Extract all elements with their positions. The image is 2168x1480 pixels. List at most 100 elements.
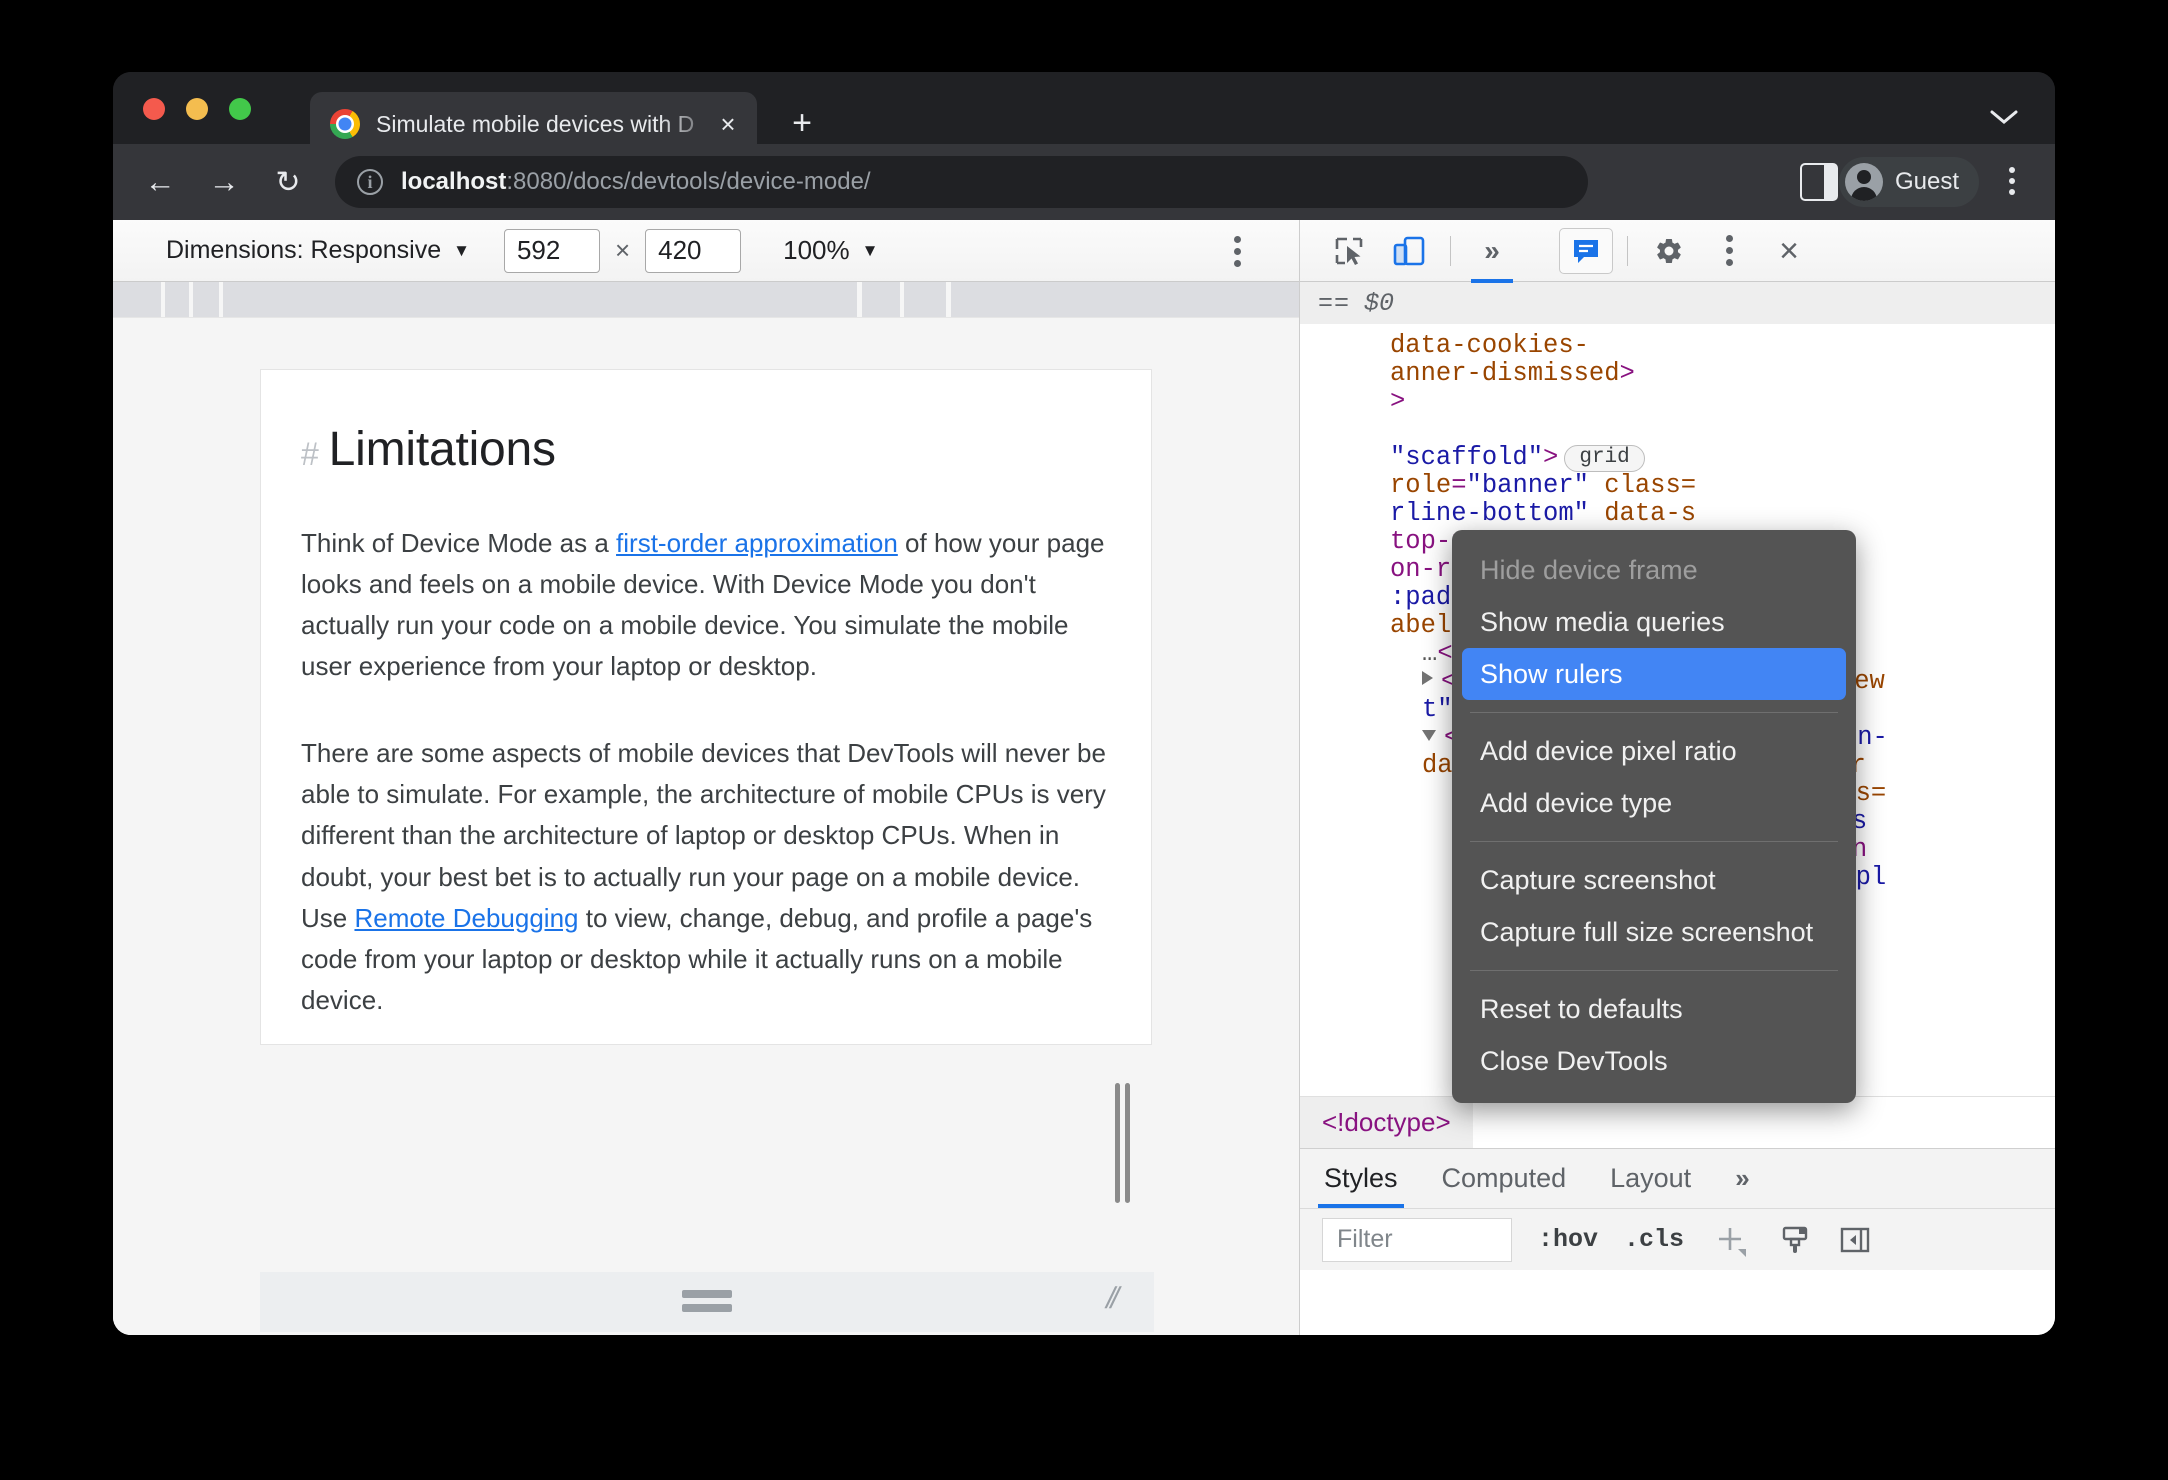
media-query-band[interactable] (193, 282, 219, 317)
three-dot-menu-icon[interactable] (1219, 233, 1255, 269)
hov-toggle[interactable]: :hov (1538, 1225, 1598, 1254)
dom-tree-line[interactable] (1300, 416, 2055, 444)
menu-item-capture-screenshot[interactable]: Capture screenshot (1462, 854, 1846, 906)
paintbrush-icon[interactable] (1778, 1223, 1812, 1257)
resize-handle-corner[interactable]: // (1102, 1282, 1143, 1318)
profile-name: Guest (1894, 168, 1959, 195)
address-bar[interactable]: i localhost:8080/docs/devtools/device-mo… (335, 156, 1588, 208)
media-query-band[interactable] (113, 282, 161, 317)
toggle-sidebar-icon[interactable] (1838, 1223, 1872, 1257)
filter-input[interactable]: Filter (1322, 1217, 1512, 1262)
expand-arrow-icon[interactable] (1422, 671, 1433, 685)
device-options-context-menu: Hide device frame Show media queries Sho… (1452, 530, 1856, 1103)
back-button[interactable]: ← (137, 159, 183, 205)
page-title: # Limitations (301, 422, 1111, 477)
toolbar-divider (1450, 235, 1451, 266)
first-order-approximation-link[interactable]: first-order approximation (616, 528, 898, 558)
chevron-down-icon[interactable]: ▼ (862, 241, 879, 261)
forward-button[interactable]: → (201, 159, 247, 205)
gear-icon[interactable] (1642, 228, 1696, 274)
dom-tree-line[interactable]: rline-bottom" data-s (1300, 500, 2055, 528)
more-tabs-icon[interactable]: » (1735, 1163, 1749, 1194)
plus-icon[interactable] (1710, 1219, 1752, 1261)
menu-item-close-devtools[interactable]: Close DevTools (1462, 1035, 1846, 1087)
omnibox-row: ← → ↻ i localhost:8080/docs/devtools/dev… (113, 144, 2055, 220)
height-input[interactable]: 420 (645, 228, 742, 273)
media-query-band[interactable] (165, 282, 189, 317)
avatar (1844, 163, 1883, 201)
viewport-wrapper: # Limitations Think of Device Mode as a f… (113, 318, 1299, 1335)
issues-message-icon[interactable] (1559, 227, 1613, 274)
chevron-down-icon[interactable]: ▼ (453, 241, 470, 261)
dom-tree-line[interactable]: anner-dismissed> (1300, 360, 2055, 388)
devtools-toolbar: » × (1300, 220, 2055, 283)
tab-computed[interactable]: Computed (1442, 1149, 1567, 1208)
new-tab-button[interactable]: + (785, 106, 819, 142)
url-path: :8080/docs/devtools/device-mode/ (506, 168, 871, 195)
viewport-scrollbar[interactable] (1115, 1083, 1131, 1203)
dimension-separator: × (614, 235, 631, 265)
close-window-button[interactable] (143, 98, 165, 120)
page-title-text: Limitations (328, 423, 556, 476)
menu-separator (1470, 841, 1838, 842)
maximize-window-button[interactable] (229, 98, 251, 120)
breadcrumb[interactable]: <!doctype> (1300, 1096, 2055, 1148)
media-query-band[interactable] (862, 282, 900, 317)
device-toolbar-icon[interactable] (1382, 228, 1436, 274)
three-dot-menu-icon[interactable] (1702, 228, 1756, 274)
profile-chip[interactable]: Guest (1838, 157, 1979, 207)
menu-separator (1470, 970, 1838, 971)
selected-node-variable: $0 (1364, 288, 1395, 318)
selected-node-equals: == (1318, 288, 1351, 318)
remote-debugging-link[interactable]: Remote Debugging (354, 903, 578, 933)
browser-window: Simulate mobile devices with D × + ← → ↻… (113, 72, 2055, 1335)
resize-handle-vertical[interactable] (682, 1290, 732, 1312)
tab-styles[interactable]: Styles (1318, 1149, 1404, 1208)
page-viewport: # Limitations Think of Device Mode as a f… (260, 369, 1152, 1045)
chrome-logo-icon (330, 109, 360, 139)
minimize-window-button[interactable] (186, 98, 208, 120)
device-mode-pane: Dimensions: Responsive ▼ 592 × 420 100% … (113, 220, 1856, 1335)
menu-item-add-device-pixel-ratio[interactable]: Add device pixel ratio (1462, 725, 1846, 777)
width-input[interactable]: 592 (503, 228, 600, 273)
cls-toggle[interactable]: .cls (1624, 1225, 1684, 1254)
menu-item-show-rulers[interactable]: Show rulers (1462, 648, 1846, 700)
menu-item-show-media-queries[interactable]: Show media queries (1462, 596, 1846, 648)
dom-tree-line[interactable]: > (1300, 388, 2055, 416)
dimensions-dropdown[interactable]: Dimensions: Responsive (166, 236, 441, 265)
menu-separator (1470, 712, 1838, 713)
more-panels-icon[interactable]: » (1465, 228, 1519, 283)
anchor-hash: # (301, 436, 319, 472)
inspect-element-icon[interactable] (1322, 228, 1376, 274)
menu-item-hide-device-frame: Hide device frame (1480, 555, 1698, 585)
dom-tree-line[interactable]: role="banner" class= (1300, 472, 2055, 500)
paragraph-2: There are some aspects of mobile devices… (301, 733, 1111, 1021)
viewport-bottom-bar: // (260, 1272, 1154, 1332)
side-panel-icon[interactable] (1800, 163, 1838, 201)
reload-button[interactable]: ↻ (265, 159, 311, 205)
site-info-icon[interactable]: i (357, 169, 383, 195)
media-query-band[interactable] (223, 282, 857, 317)
media-query-ruler[interactable] (113, 282, 1299, 318)
media-query-band[interactable] (904, 282, 946, 317)
dom-tree-line[interactable]: "scaffold"> grid (1300, 444, 2055, 472)
chevron-down-icon[interactable] (1987, 100, 2021, 134)
page-content: # Limitations Think of Device Mode as a f… (261, 370, 1151, 1021)
menu-item-capture-full-size-screenshot[interactable]: Capture full size screenshot (1462, 906, 1846, 958)
three-dot-menu-icon[interactable] (1993, 162, 2031, 200)
breadcrumb-item-doctype[interactable]: <!doctype> (1300, 1097, 1473, 1148)
tab-layout[interactable]: Layout (1610, 1149, 1691, 1208)
styles-tabbar: Styles Computed Layout » (1300, 1148, 2055, 1208)
menu-item-reset-to-defaults[interactable]: Reset to defaults (1462, 983, 1846, 1035)
selected-node-bar: == $0 (1300, 282, 2055, 324)
media-query-band[interactable] (951, 282, 1299, 317)
zoom-dropdown[interactable]: 100% (783, 235, 850, 266)
dom-tree-line[interactable]: data-cookies- (1300, 332, 2055, 360)
menu-item-add-device-type[interactable]: Add device type (1462, 777, 1846, 829)
close-icon[interactable]: × (1762, 228, 1816, 274)
collapse-arrow-icon[interactable] (1422, 730, 1436, 741)
url-host: localhost (401, 168, 507, 195)
close-icon[interactable]: × (713, 111, 743, 137)
paragraph-1-pre: Think of Device Mode as a (301, 528, 617, 558)
devtools-area: Dimensions: Responsive ▼ 592 × 420 100% … (113, 220, 2055, 1335)
